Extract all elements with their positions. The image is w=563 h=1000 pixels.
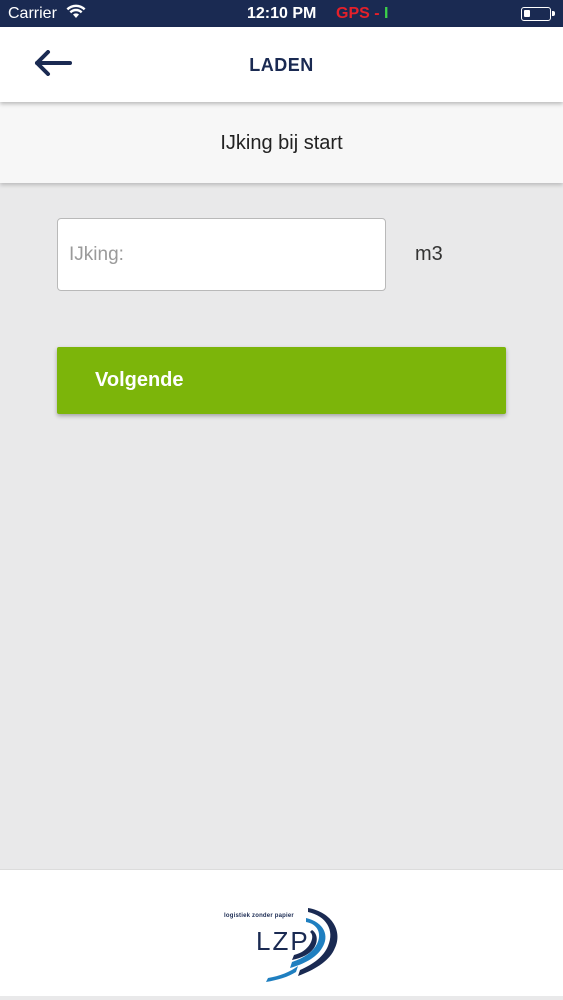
carrier-label: Carrier — [8, 5, 57, 22]
gps-label: GPS — [336, 5, 370, 22]
gps-indicator: I — [384, 5, 389, 22]
battery-icon — [521, 7, 555, 21]
gps-separator: - — [369, 5, 385, 22]
clock-time: 12:10 PM — [247, 5, 317, 22]
page-title: LADEN — [249, 55, 314, 75]
battery-nub — [552, 11, 555, 16]
gps-status: GPS - I — [336, 5, 388, 23]
logo-tagline: logistiek zonder papier — [224, 913, 294, 919]
section-header: IJking bij start — [0, 102, 563, 183]
footer-divider — [0, 996, 563, 1000]
wifi-icon — [66, 4, 86, 20]
logo-brand: LZP — [256, 926, 310, 956]
next-button[interactable]: Volgende — [57, 347, 506, 414]
status-bar: Carrier 12:10 PM GPS - I — [0, 0, 563, 27]
nav-header: LADEN — [0, 27, 563, 102]
unit-label: m3 — [415, 243, 443, 265]
footer: logistiek zonder papier LZP — [0, 869, 563, 1000]
section-title: IJking bij start — [220, 132, 343, 154]
ijking-input[interactable] — [57, 218, 386, 291]
battery-level — [524, 10, 530, 17]
lzp-logo: logistiek zonder papier LZP — [220, 906, 345, 984]
